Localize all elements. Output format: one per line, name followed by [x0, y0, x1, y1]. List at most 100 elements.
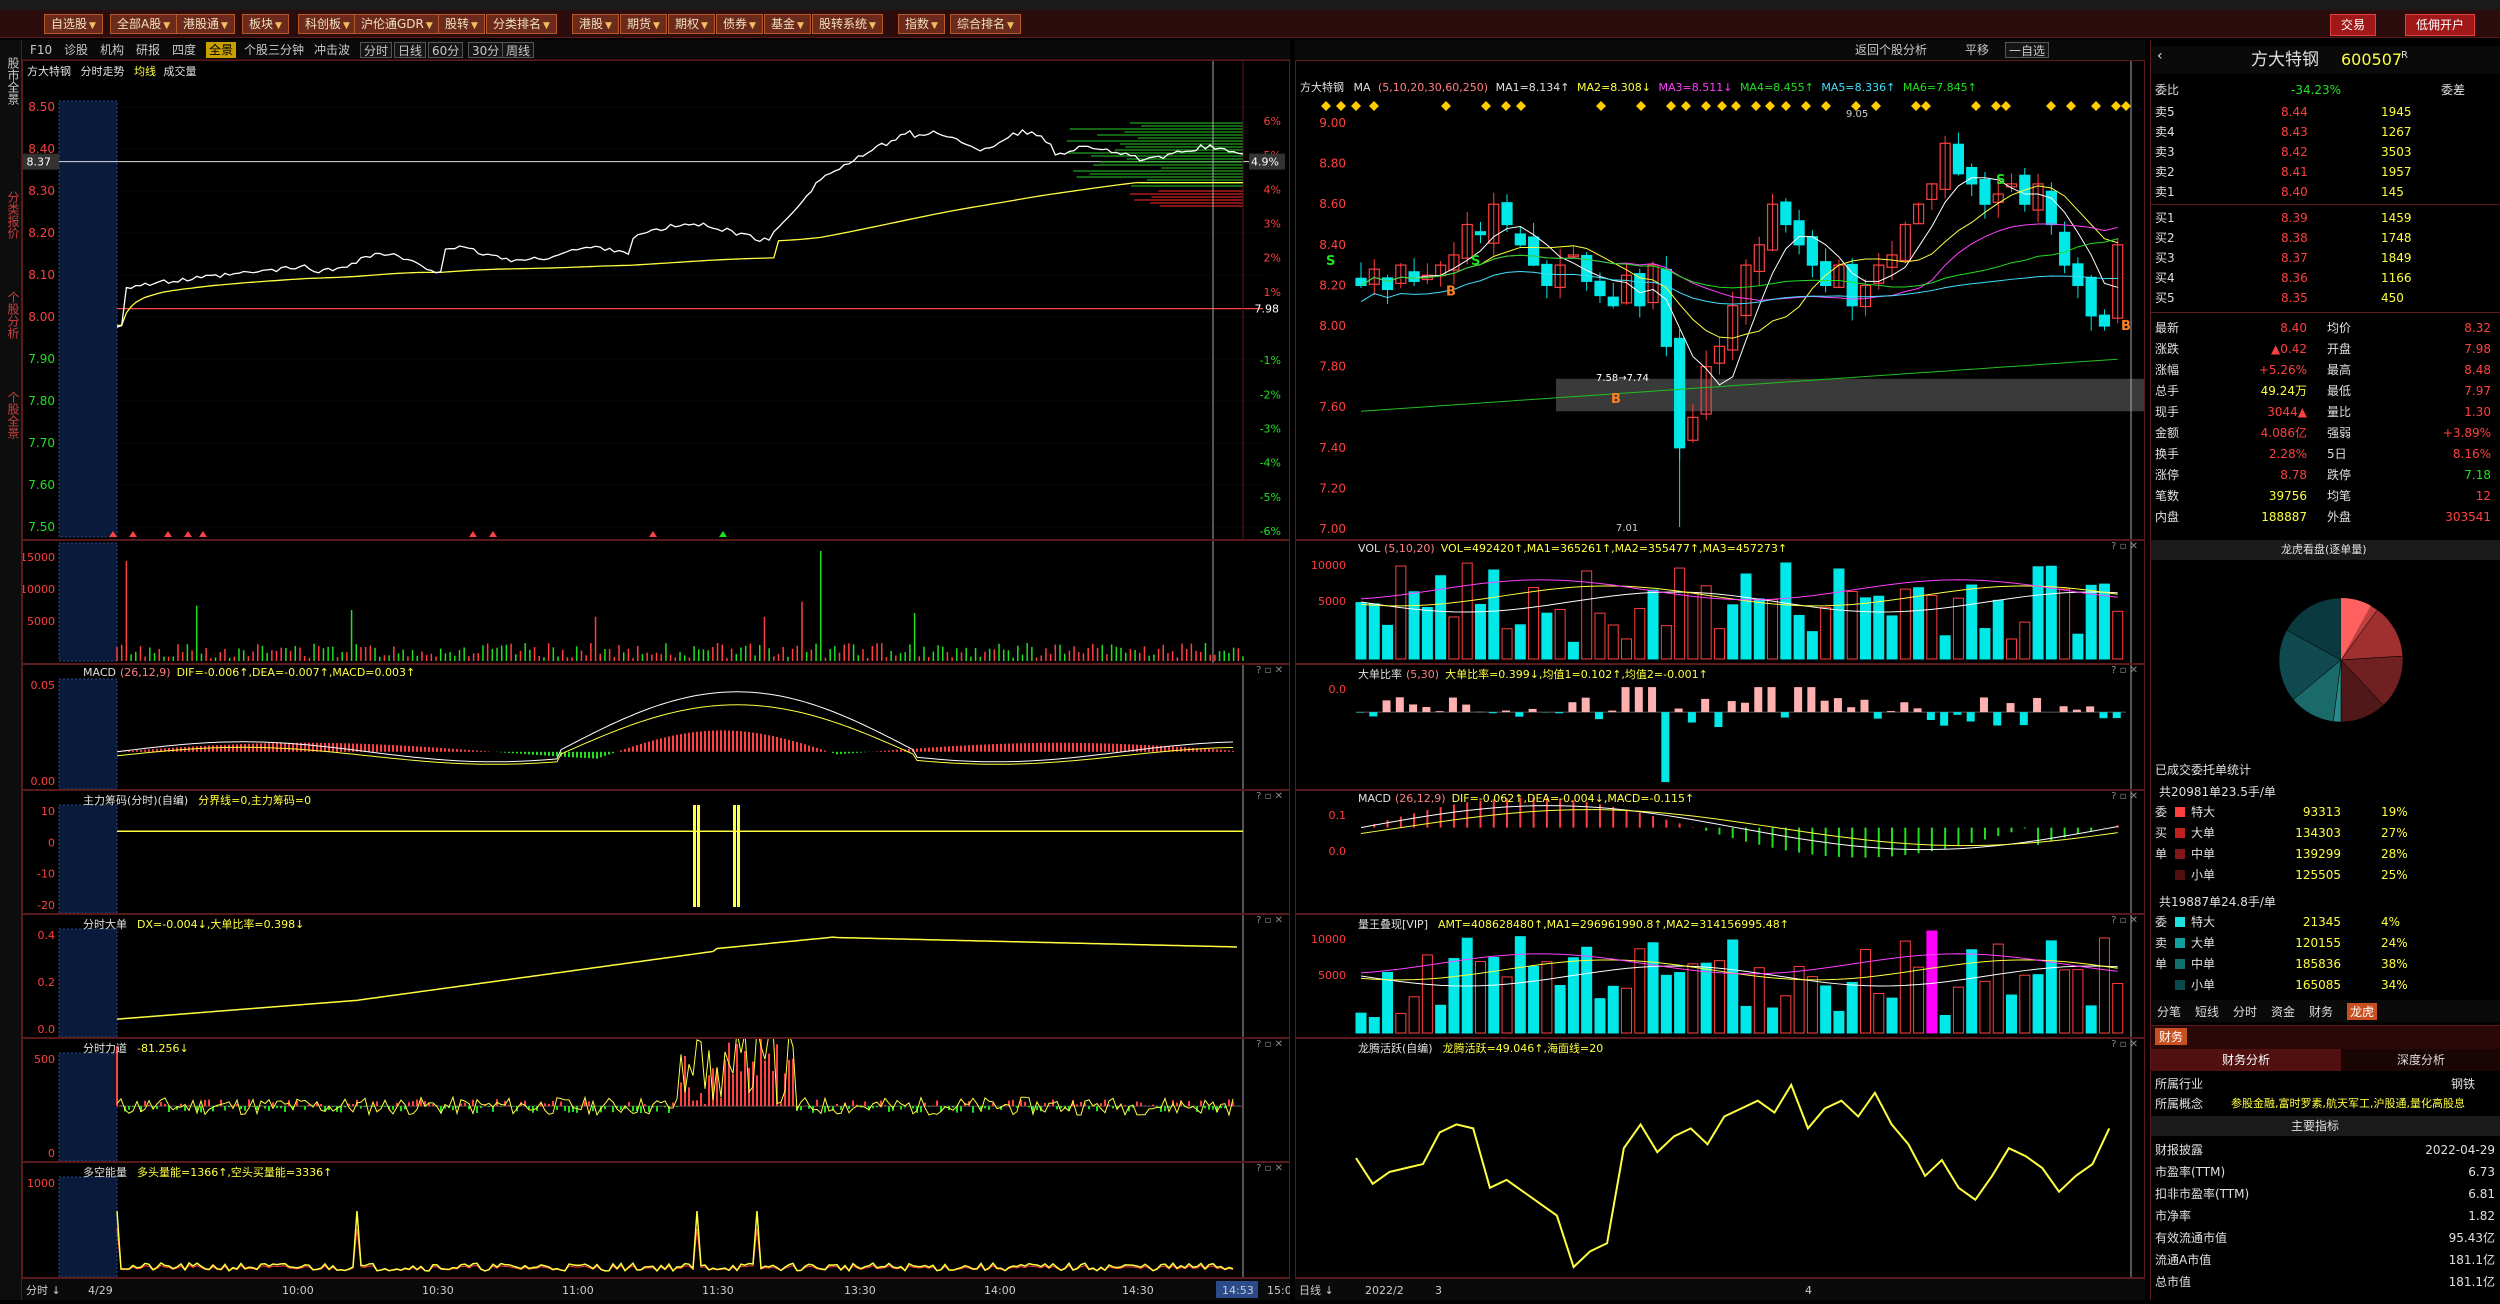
toolbar-item-9[interactable]: 期货▼ [620, 14, 667, 34]
toolbar-item-12[interactable]: 基金▼ [764, 14, 811, 34]
back-analysis-link[interactable]: 返回个股分析 [1855, 42, 1927, 58]
sell-level-row[interactable]: 卖58.441945 [2151, 102, 2500, 122]
indicator-name[interactable]: 主力筹码(分时)(自编) [83, 794, 188, 807]
bottom-tab-3[interactable]: 资金 [2271, 1003, 2295, 1020]
volume-bar [1701, 963, 1711, 1033]
indicator-name[interactable]: MACD [1358, 792, 1391, 805]
panel-controls-icon[interactable]: ? ▫ ✕ [2111, 541, 2138, 552]
toolbar-item-15[interactable]: 综合排名▼ [950, 14, 1021, 34]
impact-wave-link[interactable]: 冲击波 [314, 42, 350, 58]
deep-analysis-tab[interactable]: 深度分析 [2351, 1049, 2491, 1071]
finance-row: 有效流通市值95.43亿 [2151, 1228, 2500, 1248]
toolbar-item-2[interactable]: 港股通▼ [176, 14, 235, 34]
big-order-ratio-bar [1768, 687, 1776, 712]
panel-controls-icon[interactable]: ? ▫ ✕ [2111, 915, 2138, 926]
indicator-name[interactable]: 大单比率 [1358, 668, 1402, 681]
period-weekly[interactable]: 周线 [502, 42, 534, 58]
signal-triangle-icon [184, 531, 192, 537]
toolbar-item-8[interactable]: 港股▼ [572, 14, 619, 34]
volume-bar [1807, 632, 1817, 659]
panel-controls-icon[interactable]: ? ▫ ✕ [1256, 791, 1283, 802]
finance-analysis-tab[interactable]: 财务分析 [2151, 1049, 2341, 1071]
indicator-name[interactable]: MACD [83, 666, 116, 679]
indicator-name[interactable]: 分时力道 [83, 1042, 127, 1055]
volume-bar [1927, 596, 1937, 659]
sell-level-row[interactable]: 卖38.423503 [2151, 142, 2500, 162]
overview-tab[interactable]: 全景 [206, 42, 236, 58]
diagnose-link[interactable]: 诊股 [64, 42, 88, 58]
volume-bar [2020, 622, 2030, 659]
indicator-name[interactable]: 龙腾活跃(自编) [1358, 1042, 1433, 1055]
sell-stat-volume: 165085 [2261, 975, 2341, 995]
indicator-name[interactable]: 多空能量 [83, 1166, 127, 1179]
buy-level-row[interactable]: 买48.361166 [2151, 268, 2500, 288]
buy-level-row[interactable]: 买18.391459 [2151, 208, 2500, 228]
panel-controls-icon[interactable]: ? ▫ ✕ [1256, 665, 1283, 676]
period-intraday[interactable]: 分时 [360, 42, 392, 58]
ma-label[interactable]: MA [1354, 81, 1371, 94]
back-icon[interactable]: ‹ [2157, 46, 2163, 66]
panel-controls-icon[interactable]: ? ▫ ✕ [2111, 665, 2138, 676]
sidebar-tab-category[interactable]: 分类报价 [2, 180, 20, 250]
panel-controls-icon[interactable]: ? ▫ ✕ [1256, 1039, 1283, 1050]
toolbar-item-0[interactable]: 自选股▼ [44, 14, 103, 34]
bottom-tab-5[interactable]: 龙虎 [2347, 1003, 2377, 1020]
sidebar-tab-analysis[interactable]: 个股分析 [2, 280, 20, 350]
f10-link[interactable]: F10 [30, 42, 52, 58]
panel-controls-icon[interactable]: ? ▫ ✕ [1256, 1163, 1283, 1174]
intraday-volume-panel: 15000100005000 [22, 540, 1290, 664]
sidebar-tab-market[interactable]: 股市全景 [2, 46, 20, 116]
toolbar-item-5[interactable]: 沪伦通GDR▼ [354, 14, 440, 34]
pan-button[interactable]: 平移 [1965, 42, 1989, 58]
panel-controls-icon[interactable]: ? ▫ ✕ [2111, 1039, 2138, 1050]
three-minute-link[interactable]: 个股三分钟 [244, 42, 304, 58]
quote-row: 内盘188887外盘303541 [2151, 507, 2500, 527]
finance-tab[interactable]: 财务 [2155, 1028, 2187, 1045]
toolbar-item-1[interactable]: 全部A股▼ [110, 14, 177, 34]
indicator-name[interactable]: 量王叠现[VIP] [1358, 918, 1428, 931]
bottom-tab-0[interactable]: 分笔 [2157, 1003, 2181, 1020]
bottom-tab-4[interactable]: 财务 [2309, 1003, 2333, 1020]
toolbar-item-14[interactable]: 指数▼ [898, 14, 945, 34]
buy-level-row[interactable]: 买28.381748 [2151, 228, 2500, 248]
toolbar-item-13[interactable]: 股转系统▼ [812, 14, 883, 34]
institution-link[interactable]: 机构 [100, 42, 124, 58]
toolbar-item-11[interactable]: 债券▼ [716, 14, 763, 34]
chevron-down-icon: ▼ [797, 21, 804, 31]
time-axis-labels: 分时 ↓4/2910:0010:3011:0011:3013:3014:0014… [22, 1279, 1290, 1301]
toolbar-item-10[interactable]: 期权▼ [668, 14, 715, 34]
panel-controls-icon[interactable]: ? ▫ ✕ [1256, 915, 1283, 926]
panel-controls-icon[interactable]: ? ▫ ✕ [2111, 791, 2138, 802]
research-link[interactable]: 研报 [136, 42, 160, 58]
open-account-button[interactable]: 低佣开户 [2405, 14, 2475, 36]
period-daily[interactable]: 日线 [394, 42, 426, 58]
quote-info-panel: ‹ 方大特钢 600507 R 委比-34.23%委差卖58.441945卖48… [2150, 40, 2500, 1300]
volume-bar [1595, 613, 1605, 659]
buy-level-row[interactable]: 买58.35450 [2151, 288, 2500, 308]
legend-swatch [2175, 807, 2185, 817]
period-60min[interactable]: 60分 [428, 42, 463, 58]
sell-level-row[interactable]: 卖48.431267 [2151, 122, 2500, 142]
bottom-tab-1[interactable]: 短线 [2195, 1003, 2219, 1020]
watchlist-dropdown[interactable]: 一自选 [2005, 42, 2049, 58]
buy-level-row[interactable]: 买38.371849 [2151, 248, 2500, 268]
big-order-ratio-bar [1914, 708, 1922, 712]
trade-button[interactable]: 交易 [2330, 14, 2376, 36]
toolbar-item-6[interactable]: 股转▼ [438, 14, 485, 34]
sidebar-tab-overview[interactable]: 个股全景 [2, 380, 20, 450]
sell-level-row[interactable]: 卖28.411957 [2151, 162, 2500, 182]
toolbar-item-7[interactable]: 分类排名▼ [486, 14, 557, 34]
indicator-name[interactable]: 分时大单 [83, 918, 127, 931]
indicator-name[interactable]: VOL [1358, 542, 1380, 555]
sell-level-row[interactable]: 卖18.40145 [2151, 182, 2500, 202]
toolbar-item-4[interactable]: 科创板▼ [298, 14, 357, 34]
quote-row: 金额4.086亿强弱+3.89% [2151, 423, 2500, 443]
toolbar-item-3[interactable]: 板块▼ [242, 14, 289, 34]
period-30min[interactable]: 30分 [468, 42, 503, 58]
quote-value-right: 8.32 [2401, 318, 2491, 338]
signal-diamond-icon [1636, 101, 1646, 111]
volume-bar [1475, 961, 1485, 1033]
candle-body [1356, 278, 1366, 285]
four-degree-link[interactable]: 四度 [172, 42, 196, 58]
bottom-tab-2[interactable]: 分时 [2233, 1003, 2257, 1020]
